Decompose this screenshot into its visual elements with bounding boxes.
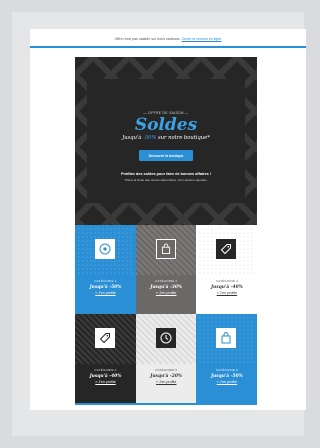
tile-category: CATÉGORIE 3 bbox=[215, 279, 238, 283]
clock-icon bbox=[155, 328, 176, 348]
shop-cta-button[interactable]: Découvrir la boutique bbox=[139, 150, 193, 161]
tile-discount: Jusqu'à -50% bbox=[210, 374, 243, 379]
hero-banner: — OFFRE DE SAISON — Soldes Jusqu'à -50% … bbox=[75, 57, 257, 225]
category-tile[interactable]: CATÉGORIE 1 Jusqu'à -50%» J'en profite bbox=[75, 225, 136, 314]
tile-category: CATÉGORIE 1 bbox=[94, 279, 117, 283]
tile-link[interactable]: » J'en profite bbox=[75, 380, 136, 384]
tile-link[interactable]: » J'en profite bbox=[196, 291, 257, 295]
hero-title: Soldes bbox=[134, 115, 198, 135]
subtitle-percent: -50% bbox=[143, 135, 157, 141]
tile-discount: Jusqu'à -30% bbox=[150, 285, 183, 290]
tile-category: CATÉGORIE 5 bbox=[155, 368, 178, 372]
subtitle-suffix: sur notre boutique* bbox=[156, 135, 210, 141]
tile-discount: Jusqu'à -20% bbox=[150, 374, 183, 379]
category-tile[interactable]: CATÉGORIE 2 Jusqu'à -30%» J'en profite bbox=[135, 225, 197, 314]
subtitle-prefix: Jusqu'à bbox=[122, 135, 144, 141]
tile-discount: Jusqu'à -40% bbox=[89, 374, 122, 379]
category-tile[interactable]: CATÉGORIE 5 Jusqu'à -20%» J'en profite bbox=[135, 314, 197, 403]
online-version-link[interactable]: Ouvrir la version en ligne bbox=[182, 37, 222, 41]
tile-link[interactable]: » J'en profite bbox=[136, 380, 197, 384]
top-divider bbox=[30, 46, 306, 48]
tile-category: CATÉGORIE 4 bbox=[94, 368, 117, 372]
tile-category: CATÉGORIE 6 bbox=[215, 368, 238, 372]
hero-subtitle: Jusqu'à -50% sur notre boutique* bbox=[75, 135, 257, 141]
tag-icon bbox=[216, 239, 237, 259]
category-grid: CATÉGORIE 1 Jusqu'à -50%» J'en profite CAT… bbox=[75, 225, 258, 403]
preheader: Offre n'est pas valable sur bons cadeaux… bbox=[30, 37, 306, 41]
target-icon bbox=[95, 239, 115, 259]
category-tile[interactable]: CATÉGORIE 3 Jusqu'à -40%» J'en profite bbox=[196, 225, 258, 314]
tile-link[interactable]: » J'en profite bbox=[196, 380, 257, 384]
category-tile[interactable]: CATÉGORIE 4 Jusqu'à -40%» J'en profite bbox=[75, 314, 136, 403]
tile-category: CATÉGORIE 2 bbox=[155, 279, 178, 283]
tile-discount: Jusqu'à -50% bbox=[89, 285, 122, 290]
hero-disclaimer: *Dans la limite des stocks disponibles, … bbox=[124, 178, 208, 182]
tile-discount: Jusqu'à -40% bbox=[210, 285, 243, 290]
hero-tagline: Profitez des soldes pour faire de bonnes… bbox=[120, 172, 212, 176]
category-tile[interactable]: CATÉGORIE 6 Jusqu'à -50%» J'en profite bbox=[196, 314, 258, 403]
email-body: Offre n'est pas valable sur bons cadeaux… bbox=[30, 29, 306, 410]
tag-icon bbox=[95, 328, 115, 348]
tile-link[interactable]: » J'en profite bbox=[136, 291, 197, 295]
bag-icon bbox=[216, 328, 237, 348]
bottom-divider bbox=[75, 403, 257, 405]
bag-icon bbox=[155, 239, 176, 259]
preheader-text: Offre n'est pas valable sur bons cadeaux… bbox=[114, 37, 181, 41]
tile-link[interactable]: » J'en profite bbox=[75, 291, 136, 295]
